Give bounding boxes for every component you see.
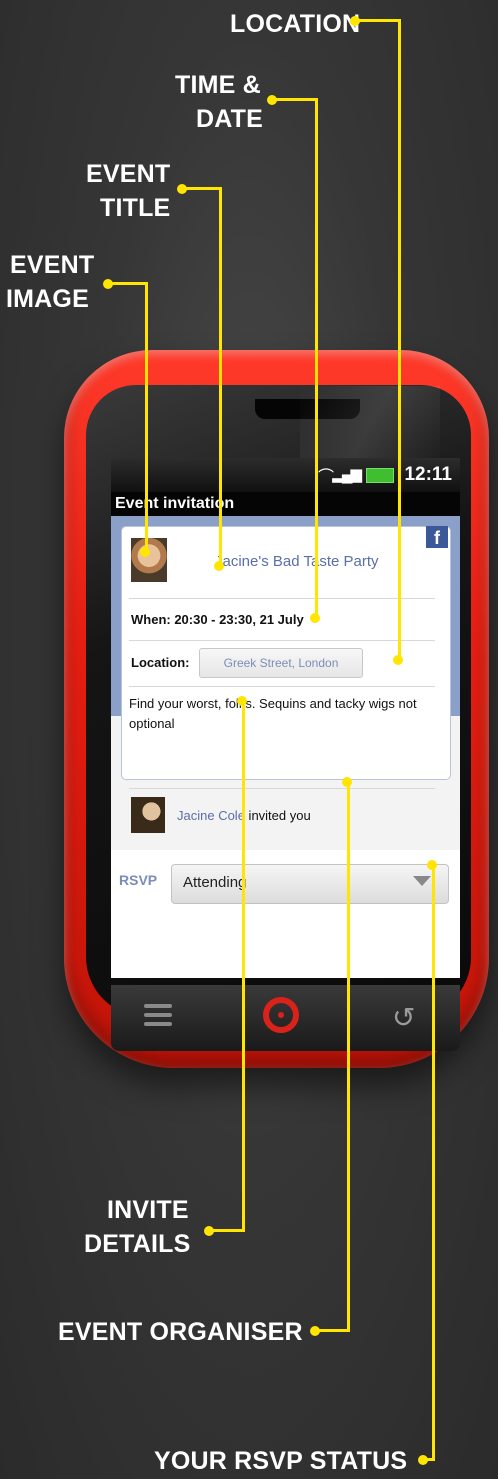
screen-gloss xyxy=(300,386,440,466)
annotation-line xyxy=(219,187,222,567)
annotation-line xyxy=(432,866,435,1461)
divider xyxy=(129,686,435,687)
annotation-line xyxy=(272,98,317,101)
rsvp-selected-value: Attending xyxy=(183,874,247,891)
chevron-down-icon xyxy=(413,876,431,886)
annotation-invite-details-1: INVITE xyxy=(107,1196,189,1224)
annotation-rsvp-status: YOUR RSVP STATUS xyxy=(154,1447,408,1475)
signal-icon: ▂▄▆ xyxy=(332,466,362,483)
annotation-dot xyxy=(237,696,247,706)
annotation-dot xyxy=(214,561,224,571)
annotation-line xyxy=(398,19,401,661)
annotation-event-title-1: EVENT xyxy=(86,160,171,188)
location-label: Location: xyxy=(131,655,190,670)
location-button[interactable]: Greek Street, London xyxy=(199,648,363,678)
annotation-dot xyxy=(140,547,150,557)
status-time: 12:11 xyxy=(404,464,452,485)
annotation-line xyxy=(315,98,318,619)
annotation-event-image-1: EVENT xyxy=(10,251,95,279)
invite-details: Find your worst, folks. Sequins and tack… xyxy=(129,696,417,731)
annotation-line xyxy=(108,282,148,285)
annotation-line xyxy=(242,702,245,1232)
annotation-dot xyxy=(393,655,403,665)
annotation-line xyxy=(182,187,222,190)
annotation-time-date-1: TIME & xyxy=(175,71,261,99)
rsvp-label: RSVP xyxy=(119,872,158,888)
annotation-event-title-2: TITLE xyxy=(100,194,171,222)
annotation-line xyxy=(347,783,350,1332)
annotation-line xyxy=(145,282,148,553)
annotation-time-date-2: DATE xyxy=(196,105,263,133)
phone-screen: ⌒ ▂▄▆ 12:11 Event invitation f Jacine's … xyxy=(111,458,460,978)
menu-icon[interactable] xyxy=(144,1004,172,1028)
app-title: Event invitation xyxy=(111,492,460,516)
annotation-dot xyxy=(427,860,437,870)
facebook-icon: f xyxy=(426,526,448,548)
annotation-line xyxy=(209,1229,244,1232)
annotation-line xyxy=(315,1329,350,1332)
annotation-event-image-2: IMAGE xyxy=(6,285,89,313)
annotation-line xyxy=(355,19,400,22)
divider xyxy=(129,788,435,789)
annotation-event-organiser: EVENT ORGANISER xyxy=(58,1318,303,1346)
divider xyxy=(129,598,435,599)
event-time-date: When: 20:30 - 23:30, 21 July xyxy=(131,612,304,627)
organiser-name-link[interactable]: Jacine Cole xyxy=(177,808,245,823)
event-title-link[interactable]: Jacine's Bad Taste Party xyxy=(215,553,379,570)
search-icon[interactable] xyxy=(263,997,299,1033)
status-bar: ⌒ ▂▄▆ 12:11 xyxy=(111,458,460,492)
organiser-suffix: invited you xyxy=(244,808,311,823)
annotation-invite-details-2: DETAILS xyxy=(84,1230,191,1258)
back-icon[interactable]: ↺ xyxy=(392,1001,415,1034)
divider xyxy=(129,640,435,641)
battery-icon xyxy=(366,468,394,483)
event-image xyxy=(131,538,167,582)
annotation-dot xyxy=(342,777,352,787)
organiser-avatar xyxy=(131,797,165,833)
annotation-location: LOCATION xyxy=(230,10,361,38)
annotation-dot xyxy=(310,613,320,623)
